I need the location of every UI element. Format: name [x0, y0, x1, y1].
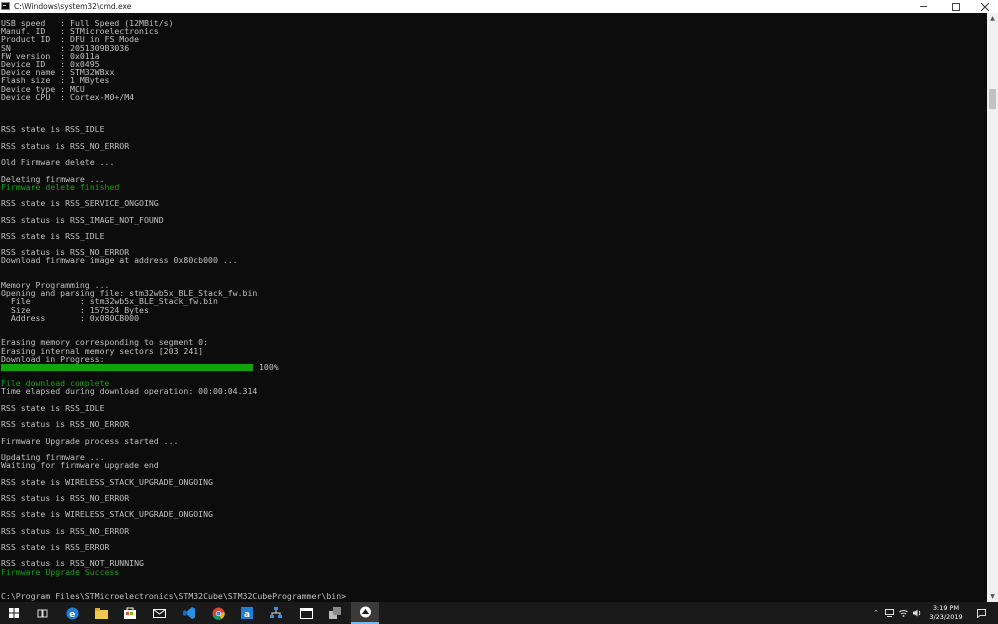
network-app-icon: [270, 607, 282, 618]
console-line: RSS state is WIRELESS_STACK_UPGRADE_ONGO…: [1, 509, 213, 520]
clock-date: 3/23/2019: [929, 613, 963, 621]
scroll-down-arrow-icon[interactable]: ▼: [987, 591, 998, 602]
edge-button[interactable]: e: [58, 602, 86, 624]
task-view-button[interactable]: [28, 602, 56, 624]
edge-icon: e: [66, 607, 78, 620]
console-line: Address : 0x080CB000: [1, 312, 140, 323]
stm32-cube-icon: [359, 606, 371, 618]
progress-bar-row: 100%: [1, 363, 346, 371]
start-button[interactable]: [0, 602, 28, 624]
wifi-icon: [898, 610, 908, 617]
console-line: RSS status is RSS_NO_ERROR: [1, 525, 130, 536]
azure-app-button[interactable]: a: [233, 602, 261, 624]
a-app-icon: a: [241, 607, 253, 619]
desktop-icon: [884, 609, 894, 617]
wifi-button[interactable]: [898, 602, 908, 624]
scroll-thumb[interactable]: [989, 89, 996, 109]
store-bag-icon: [124, 607, 136, 619]
visual-studio-button[interactable]: [175, 602, 203, 624]
installer-icon: [329, 607, 341, 619]
console-line: RSS status is RSS_NO_ERROR: [1, 419, 130, 430]
console-text: USB speed : Full Speed (12MBit/s) Manuf. …: [1, 19, 346, 600]
console-line: RSS state is RSS_IDLE: [1, 124, 105, 135]
console-line: Old Firmware delete ...: [1, 157, 115, 168]
console-line: Time elapsed during download operation: …: [1, 386, 258, 397]
maximize-button[interactable]: [945, 0, 967, 13]
console-line: RSS state is RSS_IDLE: [1, 230, 105, 241]
close-icon: [981, 2, 989, 11]
console-line: RSS state is RSS_ERROR: [1, 542, 110, 552]
console-line: RSS state is RSS_IDLE: [1, 402, 105, 413]
window-app-button[interactable]: [292, 602, 320, 624]
installer-app-button[interactable]: [321, 602, 349, 624]
svg-text:e: e: [69, 610, 75, 620]
window-title: C:\Windows\system32\cmd.exe: [14, 2, 132, 11]
stm32-app-button[interactable]: [351, 602, 379, 624]
mail-button[interactable]: [145, 602, 173, 624]
minimize-icon: [919, 6, 927, 7]
title-bar[interactable]: C:\Windows\system32\cmd.exe: [0, 0, 998, 13]
visual-studio-icon: [183, 607, 195, 619]
store-button[interactable]: [116, 602, 144, 624]
file-explorer-button[interactable]: [87, 602, 115, 624]
console-output[interactable]: USB speed : Full Speed (12MBit/s) Manuf. …: [0, 13, 987, 602]
clock-time: 3:19 PM: [932, 604, 960, 612]
console-line: RSS status is RSS_NO_ERROR: [1, 492, 130, 503]
task-view-icon: [37, 609, 47, 617]
minimize-button[interactable]: [912, 0, 934, 13]
chevron-up-icon: ⌃: [873, 609, 879, 617]
console-line: Download firmware image at address 0x80c…: [1, 255, 238, 266]
network-app-button[interactable]: [262, 602, 290, 624]
maximize-icon: [952, 2, 960, 11]
console-line: RSS state is RSS_SERVICE_ONGOING: [1, 198, 159, 209]
mail-icon: [152, 608, 166, 618]
folder-icon: [94, 607, 108, 619]
action-center-button[interactable]: [974, 602, 988, 624]
console-line: RSS status is RSS_NO_ERROR: [1, 140, 130, 151]
chrome-button[interactable]: [204, 602, 232, 624]
clock[interactable]: 3:19 PM 3/23/2019: [918, 604, 974, 622]
show-hidden-icons-button[interactable]: ⌃: [871, 602, 881, 624]
vertical-scrollbar[interactable]: ▲ ▼: [987, 13, 998, 602]
console-line: Download in Progress:: [1, 353, 105, 364]
windows-logo-icon: [9, 608, 19, 618]
close-button[interactable]: [974, 0, 996, 13]
console-line: C:\Program Files\STMicroelectronics\STM3…: [1, 591, 347, 602]
console-line: Firmware Upgrade Success: [1, 566, 120, 577]
console-line: Waiting for firmware upgrade end: [1, 460, 159, 471]
chrome-icon: [212, 607, 225, 620]
notification-icon: [976, 608, 986, 618]
console-line: RSS state is WIRELESS_STACK_UPGRADE_ONGO…: [1, 476, 213, 487]
scroll-up-arrow-icon[interactable]: ▲: [987, 13, 998, 24]
taskbar: e a ⌃ 3:19 PM 3/23/2019: [0, 602, 998, 624]
svg-text:a: a: [244, 610, 250, 619]
window-app-icon: [299, 607, 313, 619]
cmd-icon: [1, 2, 10, 10]
console-line: RSS status is RSS_IMAGE_NOT_FOUND: [1, 214, 164, 225]
console-line: Device CPU : Cortex-M0+/M4: [1, 91, 135, 102]
desktop-tray-button[interactable]: [884, 602, 894, 624]
progress-percent: 100%: [259, 361, 279, 372]
console-line: Firmware Upgrade process started ...: [1, 435, 179, 446]
progress-bar-fill: [1, 363, 253, 371]
console-line: Firmware delete finished: [1, 181, 120, 192]
